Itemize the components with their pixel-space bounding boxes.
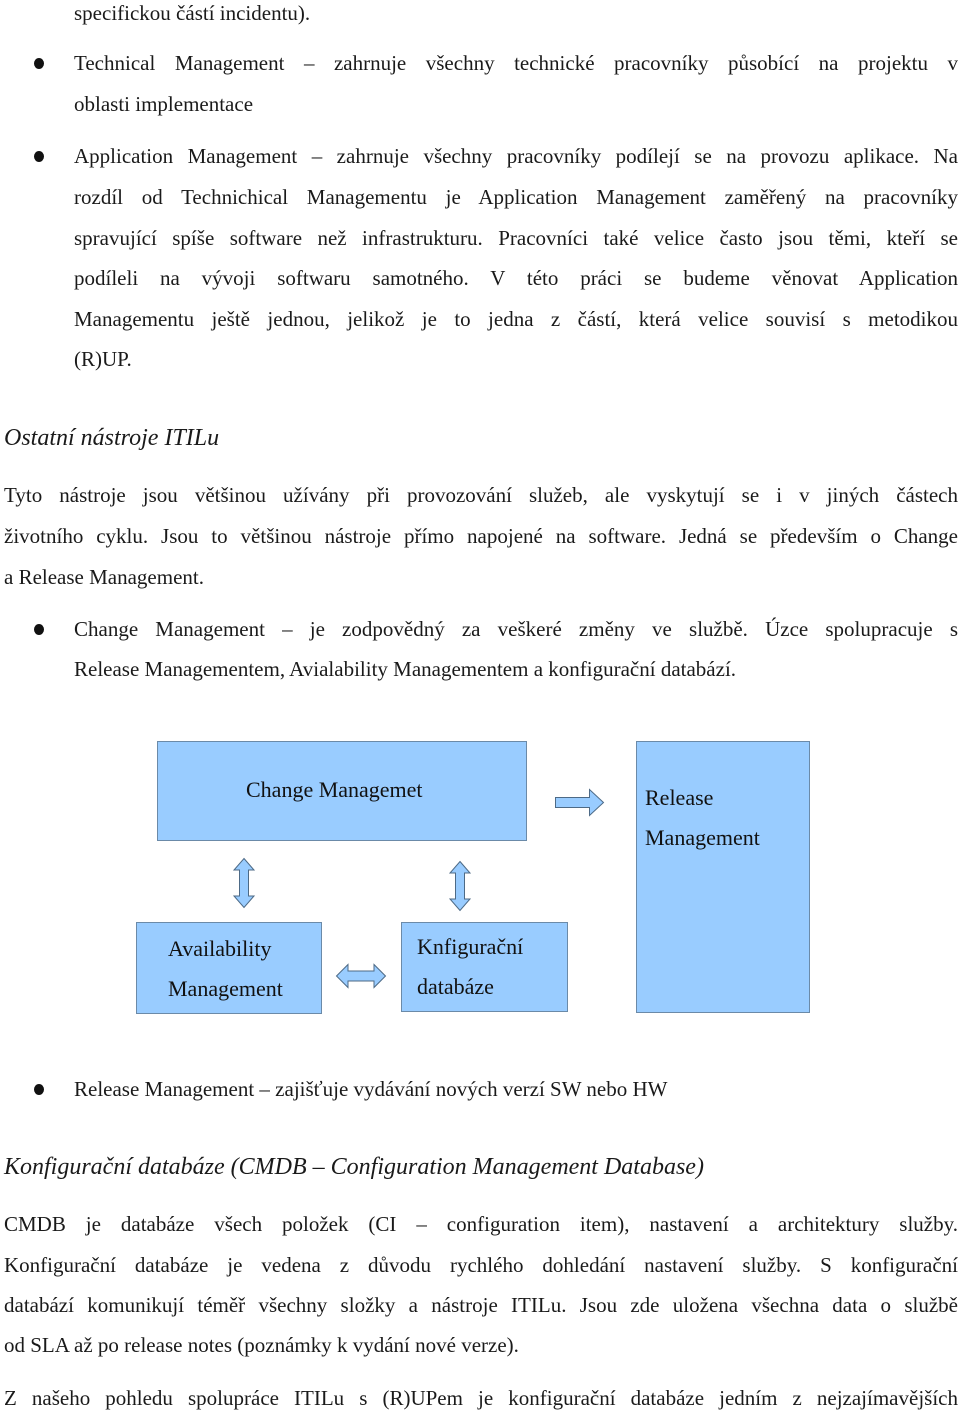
- application-management-line-5: Managementu ještě jednou, jelikož je to …: [74, 307, 958, 331]
- diagram-node-label: Availability: [168, 936, 272, 961]
- application-management-line-4: podíleli na vývoji softwaru samotného. V…: [74, 266, 958, 290]
- cmdb-paragraph-line-2: Konfigurační databáze je vedena z důvodu…: [4, 1253, 958, 1277]
- diagram-node-availability-management: Availability Management: [136, 922, 322, 1014]
- section-heading-cmdb: Konfigurační databáze (CMDB – Configurat…: [4, 1154, 704, 1180]
- section-heading-other-tools: Ostatní nástroje ITILu: [4, 425, 220, 451]
- up-down-arrow-icon: [232, 857, 256, 909]
- release-management-line: Release Management – zajišťuje vydávání …: [74, 1077, 668, 1101]
- cmdb-paragraph-line-1: CMDB je databáze všech položek (CI – con…: [4, 1212, 958, 1236]
- right-arrow-icon: [555, 788, 605, 817]
- technical-management-line-2: oblasti implementace: [74, 92, 254, 116]
- other-tools-paragraph-line-3: a Release Management.: [4, 565, 204, 589]
- diagram-node-label: Knfigurační: [417, 934, 524, 959]
- technical-management-line-1: Technical Management – zahrnuje všechny …: [74, 51, 958, 75]
- diagram-node-configuration-database: Knfigurační databáze: [401, 922, 568, 1012]
- application-management-line-6: (R)UP.: [74, 347, 132, 371]
- bullet-icon: [34, 624, 44, 635]
- diagram-node-label: Management: [168, 976, 283, 1001]
- application-management-line-2: rozdíl od Technichical Managementu je Ap…: [74, 185, 958, 209]
- intro-tail-text: specifickou částí incidentu).: [74, 1, 311, 25]
- diagram-node-change-management: Change Managemet: [157, 741, 527, 841]
- bullet-icon: [34, 151, 44, 162]
- application-management-line-3: spravující spíše software než infrastruk…: [74, 226, 958, 250]
- change-management-line-1: Change Management – je zodpovědný za veš…: [74, 617, 958, 641]
- cmdb-paragraph2-line-1: Z našeho pohledu spolupráce ITILu s (R)U…: [4, 1386, 958, 1410]
- other-tools-paragraph-line-2: životního cyklu. Jsou to většinou nástro…: [4, 524, 958, 548]
- bullet-icon: [34, 1084, 44, 1095]
- other-tools-paragraph-line-1: Tyto nástroje jsou většinou užívány při …: [4, 483, 958, 507]
- left-right-arrow-icon: [335, 963, 387, 989]
- diagram-node-label: Release: [645, 785, 714, 810]
- diagram-node-release-management: Release Management: [636, 741, 810, 1013]
- up-down-arrow-icon: [448, 860, 472, 912]
- cmdb-paragraph-line-4: od SLA až po release notes (poznámky k v…: [4, 1333, 519, 1357]
- diagram-node-label: Management: [645, 825, 760, 850]
- application-management-line-1: Application Management – zahrnuje všechn…: [74, 144, 958, 168]
- diagram-node-label: databáze: [417, 974, 494, 999]
- bullet-icon: [34, 58, 44, 69]
- change-management-line-2: Release Managementem, Avialability Manag…: [74, 657, 737, 681]
- cmdb-paragraph-line-3: databází komunikují téměř všechny složky…: [4, 1293, 958, 1317]
- diagram-node-label: Change Managemet: [246, 777, 423, 802]
